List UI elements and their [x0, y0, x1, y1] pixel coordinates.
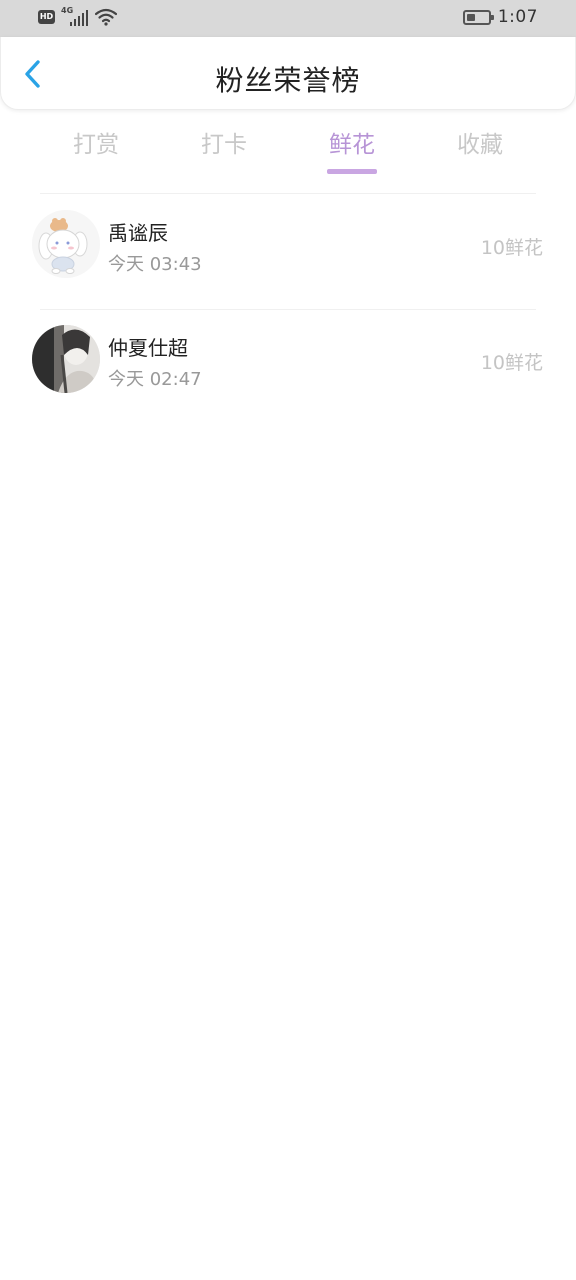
tab-flowers[interactable]: 鲜花 — [288, 125, 416, 175]
tab-flowers-label: 鲜花 — [329, 132, 375, 158]
photo-avatar-icon — [32, 325, 100, 393]
battery-icon — [462, 9, 494, 25]
avatar[interactable] — [32, 210, 100, 278]
flower-count: 10鲜花 — [480, 352, 543, 374]
user-name: 禹谧辰 — [108, 221, 168, 245]
list-item[interactable]: 禹谧辰 今天 03:43 10鲜花 — [0, 196, 576, 311]
avatar[interactable] — [32, 325, 100, 393]
tab-active-indicator — [327, 169, 377, 174]
status-left: HD 4G — [38, 6, 117, 26]
signal-icon: 4G — [61, 6, 89, 26]
divider — [40, 193, 536, 194]
hd-badge: HD — [38, 10, 55, 24]
timestamp: 今天 03:43 — [108, 254, 202, 275]
flower-count: 10鲜花 — [480, 237, 543, 259]
timestamp: 今天 02:47 — [108, 369, 202, 390]
divider — [40, 309, 536, 310]
user-name: 仲夏仕超 — [108, 336, 188, 360]
wifi-icon — [95, 8, 117, 26]
tab-bar: 打赏 打卡 鲜花 收藏 — [32, 125, 544, 175]
bunny-avatar-icon — [32, 210, 100, 278]
nav-header: 粉丝荣誉榜 — [0, 37, 576, 110]
page-title: 粉丝荣誉榜 — [215, 64, 361, 97]
status-time: 1:07 — [497, 7, 538, 27]
status-bar: HD 4G 1:07 — [0, 0, 576, 37]
status-right: 1:07 — [462, 7, 538, 27]
tab-checkin[interactable]: 打卡 — [160, 125, 288, 175]
tab-favorites[interactable]: 收藏 — [416, 125, 544, 175]
battery-fill — [466, 13, 476, 21]
list-item[interactable]: 仲夏仕超 今天 02:47 10鲜花 — [0, 311, 576, 426]
tab-tip[interactable]: 打赏 — [32, 125, 160, 175]
